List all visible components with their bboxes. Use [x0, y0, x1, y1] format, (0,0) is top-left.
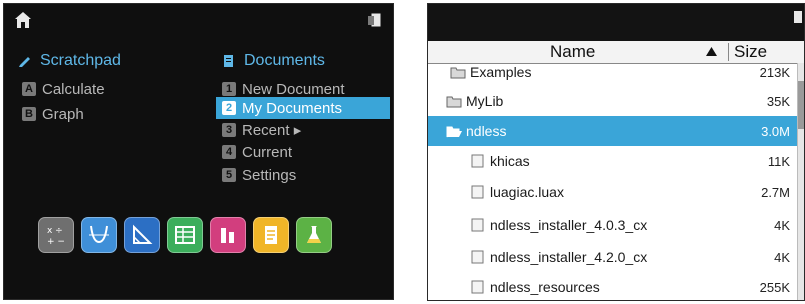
file-row-ndless[interactable]: ndless 3.0M [428, 116, 804, 146]
file-size: 4K [774, 217, 790, 233]
menu-item-label: New Document [242, 80, 345, 98]
home-screen: Scratchpad Documents A Calculate B Graph… [3, 3, 394, 300]
file-icon [471, 250, 484, 264]
file-icon [471, 280, 484, 294]
menu-item-recent[interactable]: 3 Recent ▸ [222, 119, 301, 141]
menu-item-my-documents[interactable]: 2 My Documents [216, 97, 390, 119]
menu-item-label: Calculate [42, 80, 105, 98]
menu-item-current[interactable]: 4 Current [222, 141, 292, 163]
shortcut-key-1: 1 [222, 82, 236, 96]
file-size: 255K [759, 279, 790, 295]
home-icon[interactable] [14, 11, 32, 29]
data-icon [221, 228, 234, 243]
shortcut-key-3: 3 [222, 123, 236, 137]
spreadsheet-icon [175, 226, 195, 244]
vernier-dataquest-app[interactable] [296, 217, 332, 253]
file-icon [471, 218, 484, 232]
file-row-ndless-resources[interactable]: ndless_resources 255K [428, 272, 804, 300]
file-size: 2.7M [761, 184, 790, 200]
file-browser: Name Size Examples 213K MyLib 35K ndless… [427, 3, 805, 301]
shortcut-key-5: 5 [222, 168, 236, 182]
app-icon-strip: x ÷ + − [38, 217, 332, 255]
size-column-header[interactable]: Size [734, 42, 767, 62]
scratchpad-heading-label: Scratchpad [40, 52, 121, 69]
menu-item-calculate[interactable]: A Calculate [22, 78, 105, 100]
file-icon [471, 154, 484, 168]
shortcut-key-b: B [22, 107, 36, 121]
scratchpad-heading: Scratchpad [18, 52, 121, 70]
menu-item-label: Settings [242, 166, 297, 184]
notes-app[interactable] [253, 217, 289, 253]
sort-ascending-icon[interactable] [706, 47, 717, 56]
graphs-app[interactable] [81, 217, 117, 253]
file-size: 35K [766, 93, 790, 109]
file-size: 3.0M [761, 123, 790, 139]
file-name: ndless_resources [490, 279, 600, 295]
browser-top-bar [428, 4, 804, 41]
menu-item-settings[interactable]: 5 Settings [222, 164, 296, 186]
file-name: ndless_installer_4.0.3_cx [490, 217, 648, 233]
file-size: 11K [767, 153, 790, 169]
shortcut-key-4: 4 [222, 145, 236, 159]
file-size: 213K [759, 64, 790, 80]
file-row-khicas[interactable]: khicas 11K [428, 146, 804, 176]
flask-icon [307, 226, 321, 243]
vertical-scrollbar[interactable] [797, 63, 804, 300]
column-divider[interactable] [728, 43, 729, 61]
document-status-icon[interactable] [792, 10, 802, 24]
document-status-icon[interactable] [367, 11, 383, 29]
menu-item-label: My Documents [242, 99, 343, 117]
calculator-app[interactable]: x ÷ + − [38, 217, 74, 253]
menu-item-label: Recent ▸ [242, 122, 302, 139]
file-name: khicas [490, 153, 530, 169]
menu-item-label: Graph [42, 105, 84, 123]
documents-heading: Documents [222, 52, 325, 70]
open-folder-icon [446, 126, 462, 138]
data-statistics-app[interactable] [210, 217, 246, 253]
svg-text:+ −: + − [47, 237, 65, 247]
folder-icon [446, 96, 462, 108]
folder-icon [450, 67, 466, 79]
file-size: 4K [774, 249, 790, 265]
geometry-app[interactable] [124, 217, 160, 253]
file-icon [471, 185, 484, 199]
file-row-mylib[interactable]: MyLib 35K [428, 86, 804, 116]
shortcut-key-2: 2 [222, 101, 236, 115]
home-top-bar [4, 4, 393, 34]
file-row-luagiac[interactable]: luagiac.luax 2.7M [428, 177, 804, 207]
name-column-header[interactable]: Name [550, 42, 595, 62]
file-name: luagiac.luax [490, 184, 564, 200]
notes-icon [265, 226, 277, 244]
file-row-ndless-installer-420[interactable]: ndless_installer_4.2.0_cx 4K [428, 242, 804, 272]
file-row-examples[interactable]: Examples 213K [428, 60, 804, 84]
menu-item-label: Current [242, 143, 293, 161]
calculator-icon: x ÷ + − [47, 226, 65, 247]
scratchpad-icon [19, 57, 30, 67]
scrollbar-thumb[interactable] [798, 81, 804, 129]
documents-heading-label: Documents [244, 52, 325, 69]
geometry-icon [133, 224, 153, 244]
file-row-ndless-installer-403[interactable]: ndless_installer_4.0.3_cx 4K [428, 210, 804, 240]
menu-item-graph[interactable]: B Graph [22, 103, 84, 125]
file-name: Examples [470, 64, 532, 80]
file-name: MyLib [466, 93, 504, 109]
svg-text:x ÷: x ÷ [47, 226, 63, 236]
documents-icon [224, 55, 233, 67]
lists-spreadsheet-app[interactable] [167, 217, 203, 253]
file-name: ndless_installer_4.2.0_cx [490, 249, 648, 265]
graph-icon [89, 225, 109, 244]
file-name: ndless [466, 123, 507, 139]
shortcut-key-a: A [22, 82, 36, 96]
